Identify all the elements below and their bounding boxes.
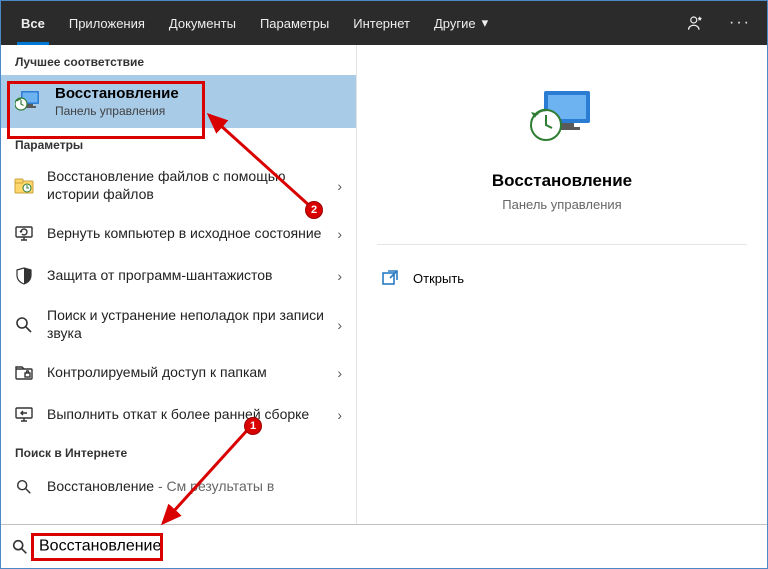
annotation-box-best bbox=[7, 81, 205, 139]
section-best-match: Лучшее соответствие bbox=[1, 45, 356, 75]
settings-item-file-history[interactable]: Восстановление файлов с помощью истории … bbox=[1, 158, 356, 213]
chevron-right-icon: › bbox=[337, 365, 342, 381]
settings-item-reset-pc[interactable]: Вернуть компьютер в исходное состояние › bbox=[1, 213, 356, 255]
tab-other[interactable]: Другие ▾ bbox=[422, 1, 500, 45]
tab-label: Интернет bbox=[353, 16, 410, 31]
search-icon bbox=[11, 538, 29, 556]
open-label: Открыть bbox=[413, 271, 464, 286]
search-icon bbox=[13, 476, 35, 498]
tab-internet[interactable]: Интернет bbox=[341, 1, 422, 45]
settings-item-label: Выполнить откат к более ранней сборке bbox=[47, 406, 329, 424]
tab-label: Параметры bbox=[260, 16, 329, 31]
preview-pane: Восстановление Панель управления Открыть bbox=[357, 45, 767, 524]
file-history-icon bbox=[13, 175, 35, 197]
tab-docs[interactable]: Документы bbox=[157, 1, 248, 45]
settings-item-label: Защита от программ-шантажистов bbox=[47, 267, 329, 285]
chevron-right-icon: › bbox=[337, 407, 342, 423]
web-item-text: Восстановление - См результаты в bbox=[47, 478, 342, 496]
settings-item-folder-access[interactable]: Контролируемый доступ к папкам › bbox=[1, 352, 356, 394]
preview-subtitle: Панель управления bbox=[502, 197, 621, 212]
settings-item-label: Поиск и устранение неполадок при записи … bbox=[47, 307, 329, 342]
chevron-right-icon: › bbox=[337, 178, 342, 194]
pc-reset-icon bbox=[13, 223, 35, 245]
settings-item-label: Контролируемый доступ к папкам bbox=[47, 364, 329, 382]
chevron-right-icon: › bbox=[337, 226, 342, 242]
web-item[interactable]: Восстановление - См результаты в bbox=[1, 466, 356, 508]
settings-item-ransomware[interactable]: Защита от программ-шантажистов › bbox=[1, 255, 356, 297]
preview-header: Восстановление Панель управления bbox=[377, 69, 747, 245]
shield-icon bbox=[13, 265, 35, 287]
feedback-icon[interactable] bbox=[679, 8, 713, 38]
restore-icon bbox=[526, 81, 598, 153]
search-window: Все Приложения Документы Параметры Интер… bbox=[0, 0, 768, 569]
more-icon[interactable]: ··· bbox=[721, 8, 759, 38]
web-item-label: Восстановление bbox=[47, 478, 154, 494]
tab-label: Другие bbox=[434, 16, 476, 31]
search-icon bbox=[13, 314, 35, 336]
settings-item-rollback[interactable]: Выполнить откат к более ранней сборке › bbox=[1, 394, 356, 436]
tab-settings[interactable]: Параметры bbox=[248, 1, 341, 45]
chevron-down-icon: ▾ bbox=[482, 15, 489, 31]
settings-item-label: Вернуть компьютер в исходное состояние bbox=[47, 225, 329, 243]
tab-label: Приложения bbox=[69, 16, 145, 31]
settings-item-label: Восстановление файлов с помощью истории … bbox=[47, 168, 329, 203]
search-tabs: Все Приложения Документы Параметры Интер… bbox=[1, 1, 767, 45]
open-icon bbox=[381, 269, 399, 287]
tab-all[interactable]: Все bbox=[9, 1, 57, 45]
tab-label: Все bbox=[21, 16, 45, 31]
web-item-suffix: - См результаты в bbox=[154, 478, 274, 494]
search-bar: Восстановление bbox=[1, 524, 767, 568]
chevron-right-icon: › bbox=[337, 268, 342, 284]
rollback-icon bbox=[13, 404, 35, 426]
annotation-box-search bbox=[31, 533, 163, 561]
folder-lock-icon bbox=[13, 362, 35, 384]
preview-title: Восстановление bbox=[492, 171, 632, 191]
tab-apps[interactable]: Приложения bbox=[57, 1, 157, 45]
open-action[interactable]: Открыть bbox=[377, 263, 747, 293]
settings-item-troubleshoot-audio[interactable]: Поиск и устранение неполадок при записи … bbox=[1, 297, 356, 352]
chevron-right-icon: › bbox=[337, 317, 342, 333]
tab-label: Документы bbox=[169, 16, 236, 31]
section-web: Поиск в Интернете bbox=[1, 436, 356, 466]
tabs-right: ··· bbox=[679, 8, 759, 38]
